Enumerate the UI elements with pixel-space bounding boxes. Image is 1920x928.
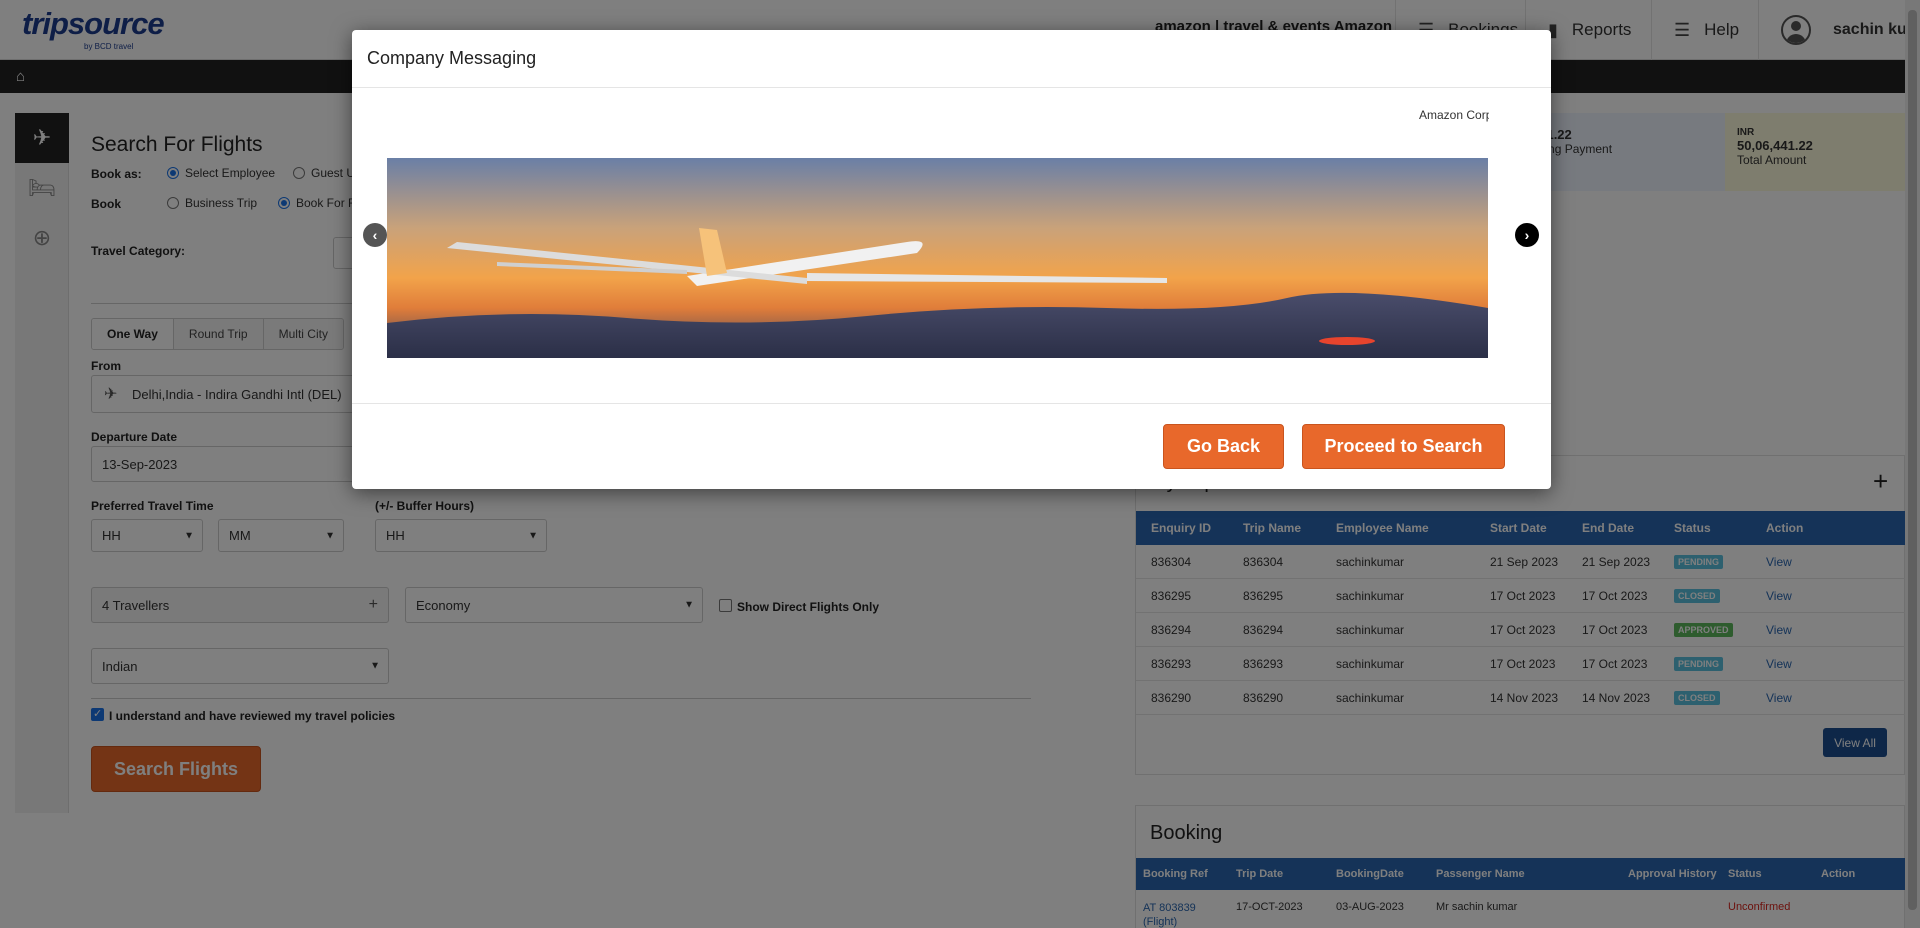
modal-title: Company Messaging <box>367 48 537 68</box>
carousel-next-icon[interactable]: › <box>1515 223 1539 247</box>
carousel-prev-icon[interactable]: ‹ <box>363 223 387 247</box>
divider <box>352 403 1551 404</box>
company-messaging-modal: Company Messaging Amazon Corp ‹ › Go Bac… <box>352 30 1551 489</box>
banner-image <box>387 158 1488 358</box>
company-tag: Amazon Corp <box>1419 108 1489 122</box>
airplane-sunset-image <box>387 158 1488 358</box>
go-back-button[interactable]: Go Back <box>1163 424 1284 469</box>
divider <box>352 87 1551 88</box>
proceed-to-search-button[interactable]: Proceed to Search <box>1302 424 1505 469</box>
